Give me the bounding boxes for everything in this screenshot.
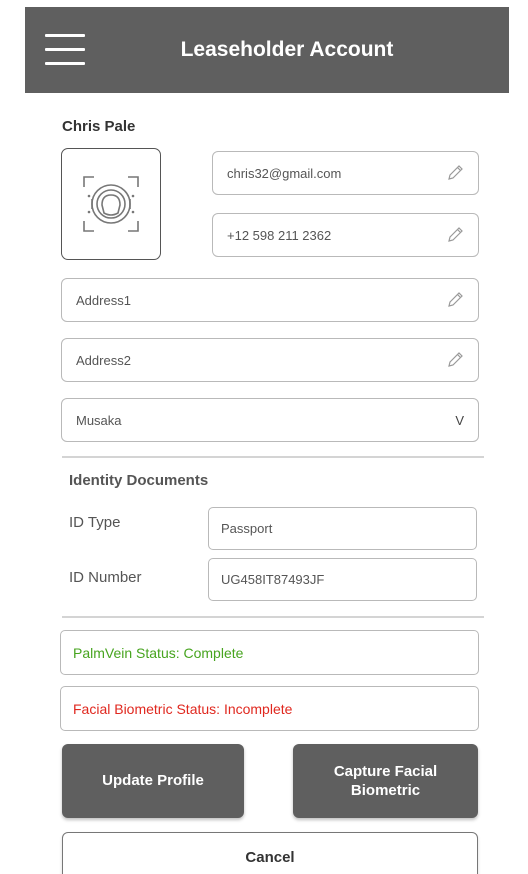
id-type-value: Passport: [221, 521, 273, 536]
page-title: Leaseholder Account: [180, 38, 394, 61]
id-type-field[interactable]: Passport: [208, 507, 477, 550]
palmvein-status-text: PalmVein Status: Complete: [73, 644, 244, 661]
city-selected-value: Musaka: [76, 412, 122, 428]
address2-placeholder: Address2: [76, 352, 131, 368]
email-value: chris32@gmail.com: [227, 165, 342, 181]
update-profile-label: Update Profile: [102, 772, 204, 790]
face-scan-icon: [83, 176, 139, 232]
identity-section-title: Identity Documents: [69, 472, 209, 489]
user-name: Chris Pale: [62, 118, 136, 135]
address2-field[interactable]: Address2: [61, 338, 479, 382]
pencil-icon[interactable]: [446, 291, 464, 309]
divider: [62, 456, 484, 458]
id-number-field[interactable]: UG458IT87493JF: [208, 558, 477, 601]
capture-facial-biometric-button[interactable]: Capture Facial Biometric: [293, 744, 478, 818]
id-number-label: ID Number: [69, 569, 142, 586]
palmvein-status: PalmVein Status: Complete: [60, 630, 479, 675]
face-capture-box[interactable]: [61, 148, 161, 260]
update-profile-button[interactable]: Update Profile: [62, 744, 244, 818]
chevron-down-icon: V: [455, 412, 464, 428]
cancel-button[interactable]: Cancel: [62, 832, 478, 874]
address1-placeholder: Address1: [76, 292, 131, 308]
id-number-value: UG458IT87493JF: [221, 572, 325, 587]
capture-label-line1: Capture Facial: [333, 762, 438, 780]
phone-field[interactable]: +12 598 211 2362: [212, 213, 479, 257]
app-header: Leaseholder Account: [25, 7, 509, 93]
phone-value: +12 598 211 2362: [227, 227, 332, 243]
pencil-icon[interactable]: [446, 164, 464, 182]
facial-status-text: Facial Biometric Status: Incomplete: [73, 700, 293, 717]
capture-label-line2: Biometric: [350, 782, 421, 799]
email-field[interactable]: chris32@gmail.com: [212, 151, 479, 195]
pencil-icon[interactable]: [446, 351, 464, 369]
address1-field[interactable]: Address1: [61, 278, 479, 322]
city-select[interactable]: Musaka V: [61, 398, 479, 442]
id-type-label: ID Type: [69, 514, 121, 531]
pencil-icon[interactable]: [446, 226, 464, 244]
divider: [62, 616, 484, 618]
cancel-label: Cancel: [245, 848, 295, 866]
facial-biometric-status: Facial Biometric Status: Incomplete: [60, 686, 479, 731]
